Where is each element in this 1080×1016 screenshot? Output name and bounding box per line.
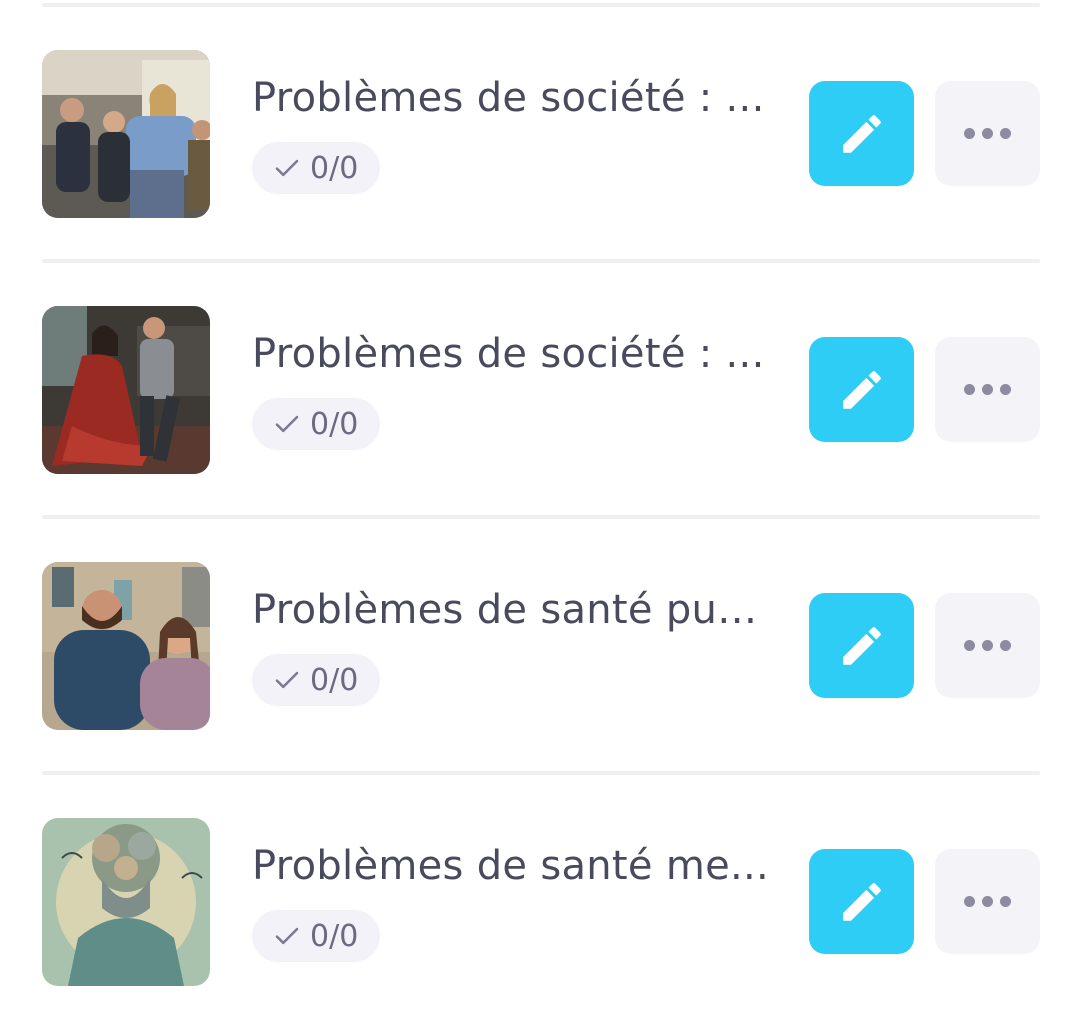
edit-button[interactable] bbox=[809, 337, 914, 442]
item-title: Problèmes de santé me... bbox=[252, 843, 770, 889]
more-horizontal-icon bbox=[964, 384, 1011, 395]
divider bbox=[42, 771, 1040, 775]
divider bbox=[42, 259, 1040, 263]
edit-button[interactable] bbox=[809, 593, 914, 698]
thumbnail-image bbox=[42, 818, 210, 986]
more-options-button[interactable] bbox=[935, 81, 1040, 186]
item-title: Problèmes de société : ... bbox=[252, 331, 765, 377]
edit-button[interactable] bbox=[809, 81, 914, 186]
edit-button[interactable] bbox=[809, 849, 914, 954]
divider bbox=[42, 515, 1040, 519]
progress-count: 0/0 bbox=[310, 406, 359, 442]
thumbnail-image bbox=[42, 306, 210, 474]
check-icon bbox=[275, 927, 299, 945]
list-item[interactable]: Problèmes de santé me... 0/0 bbox=[0, 818, 1080, 986]
check-icon bbox=[275, 159, 299, 177]
more-options-button[interactable] bbox=[935, 849, 1040, 954]
more-horizontal-icon bbox=[964, 896, 1011, 907]
progress-badge: 0/0 bbox=[252, 398, 381, 450]
more-options-button[interactable] bbox=[935, 337, 1040, 442]
pencil-icon bbox=[842, 882, 881, 921]
item-title: Problèmes de société : ... bbox=[252, 75, 765, 121]
pencil-icon bbox=[842, 114, 881, 153]
thumbnail-image bbox=[42, 562, 210, 730]
progress-count: 0/0 bbox=[310, 918, 359, 954]
more-horizontal-icon bbox=[964, 640, 1011, 651]
more-options-button[interactable] bbox=[935, 593, 1040, 698]
progress-badge: 0/0 bbox=[252, 142, 381, 194]
list-item[interactable]: Problèmes de société : ... 0/0 bbox=[0, 50, 1080, 218]
more-horizontal-icon bbox=[964, 128, 1011, 139]
divider bbox=[42, 3, 1040, 7]
list-item[interactable]: Problèmes de santé pub... 0/0 bbox=[0, 562, 1080, 730]
progress-badge: 0/0 bbox=[252, 654, 381, 706]
list-item[interactable]: Problèmes de société : ... 0/0 bbox=[0, 306, 1080, 474]
thumbnail-image bbox=[42, 50, 210, 218]
pencil-icon bbox=[842, 370, 881, 409]
progress-count: 0/0 bbox=[310, 662, 359, 698]
pencil-icon bbox=[842, 626, 881, 665]
item-title: Problèmes de santé pub... bbox=[252, 587, 772, 633]
lesson-list: Problèmes de société : ... 0/0 Problèmes… bbox=[0, 0, 1080, 1016]
progress-count: 0/0 bbox=[310, 150, 359, 186]
progress-badge: 0/0 bbox=[252, 910, 381, 962]
check-icon bbox=[275, 671, 299, 689]
check-icon bbox=[275, 415, 299, 433]
